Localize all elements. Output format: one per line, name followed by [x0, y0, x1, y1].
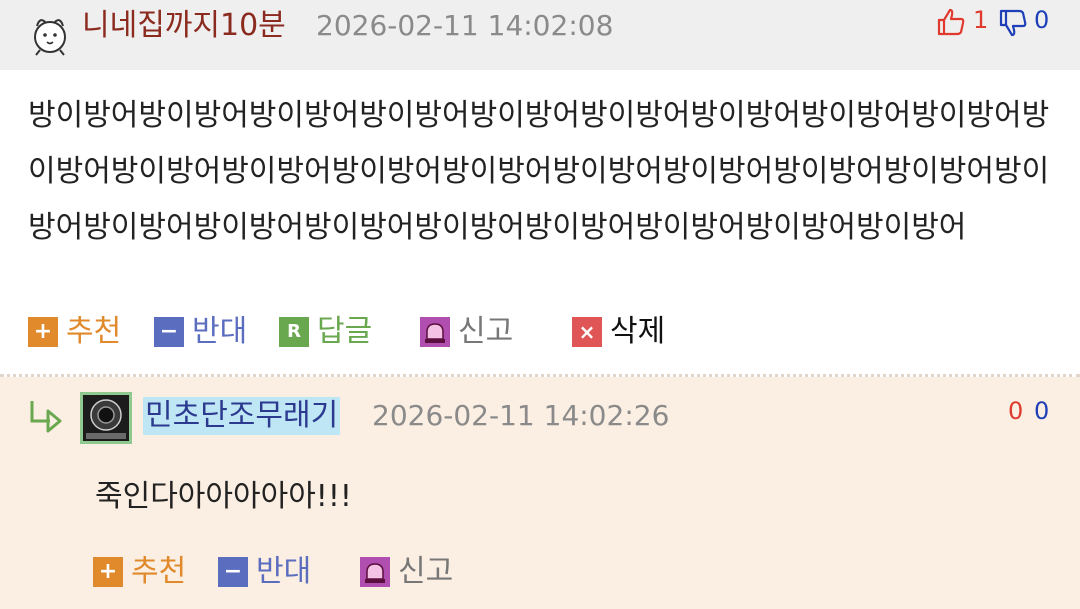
delete-button[interactable]: × 삭제: [572, 312, 665, 352]
thumb-down-icon[interactable]: [998, 8, 1028, 38]
reply-recommend-label: 추천: [131, 554, 187, 589]
reply-body: 죽인다아아아아아!!!: [95, 479, 352, 514]
siren-icon: [420, 317, 450, 347]
oppose-button[interactable]: − 반대: [154, 312, 247, 352]
reply-oppose-button[interactable]: − 반대: [218, 552, 311, 592]
recommend-button[interactable]: + 추천: [28, 312, 121, 352]
comment-header: 니네집까지10분 2026-02-11 14:02:08 1 0: [0, 0, 1080, 70]
reply-label: 답글: [317, 314, 373, 349]
mascot-avatar-icon[interactable]: [30, 12, 70, 56]
report-label: 신고: [458, 314, 514, 349]
reply-author[interactable]: 민초단조무래기: [143, 397, 341, 435]
avatar-image: [83, 395, 129, 441]
comment-timestamp: 2026-02-11 14:02:08: [316, 9, 614, 42]
upvote-count: 1: [973, 6, 989, 34]
oppose-label: 반대: [192, 314, 248, 349]
comment-author[interactable]: 니네집까지10분: [82, 6, 286, 46]
reply-comment: 민초단조무래기 2026-02-11 14:02:26 0 0 죽인다아아아아아…: [0, 377, 1080, 609]
minus-icon: −: [154, 317, 184, 347]
reply-timestamp: 2026-02-11 14:02:26: [372, 399, 670, 432]
reply-downvote-count: 0: [1034, 397, 1050, 425]
reply-recommend-button[interactable]: + 추천: [93, 552, 186, 592]
recommend-label: 추천: [66, 314, 122, 349]
report-button[interactable]: 신고: [420, 312, 513, 352]
reply-arrow-icon: [30, 401, 62, 433]
minus-icon: −: [218, 557, 248, 587]
plus-icon: +: [28, 317, 58, 347]
siren-icon: [360, 557, 390, 587]
reply-button[interactable]: R 답글: [279, 312, 372, 352]
delete-label: 삭제: [610, 314, 666, 349]
reply-upvote-count: 0: [1008, 397, 1024, 425]
reply-r-icon: R: [279, 317, 309, 347]
reply-report-button[interactable]: 신고: [360, 552, 453, 592]
thumb-up-icon[interactable]: [936, 7, 966, 37]
reply-oppose-label: 반대: [256, 554, 312, 589]
reply-report-label: 신고: [398, 554, 454, 589]
close-icon: ×: [572, 317, 602, 347]
downvote-count: 0: [1034, 6, 1050, 34]
comment-body: 방이방어방이방어방이방어방이방어방이방어방이방어방이방어방이방어방이방어방이방어…: [28, 98, 1050, 245]
avatar[interactable]: [80, 392, 132, 444]
plus-icon: +: [93, 557, 123, 587]
